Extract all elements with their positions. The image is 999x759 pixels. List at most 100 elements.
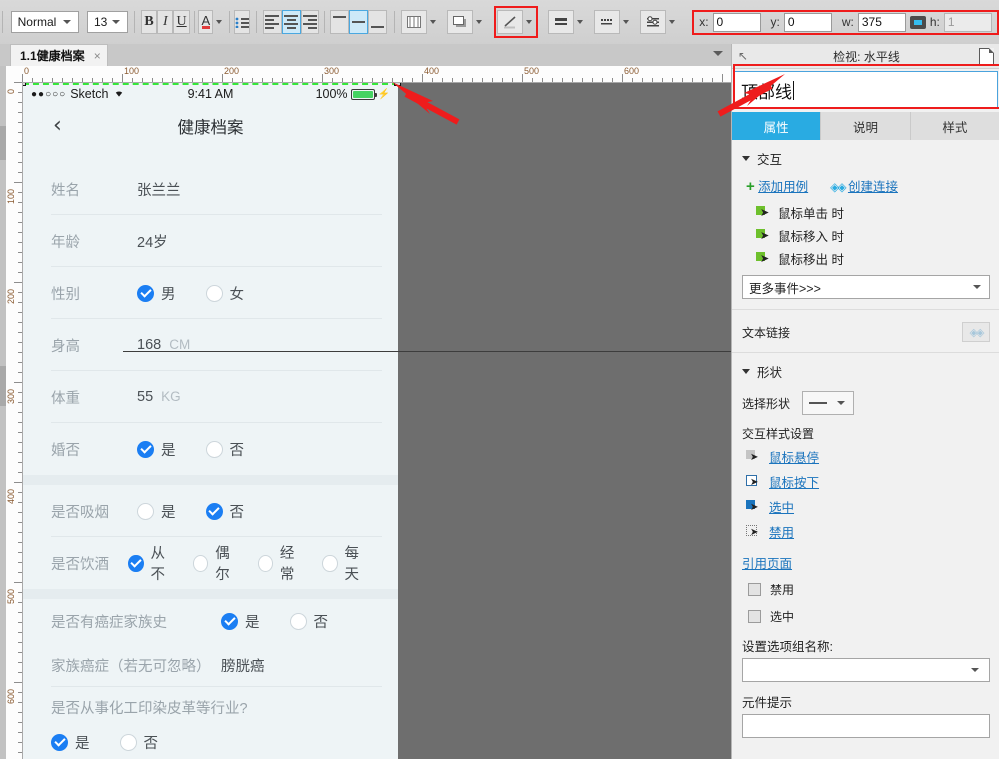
vertical-ruler[interactable]: 0 100 200 300 400 500 600 xyxy=(6,82,23,759)
chevron-down-icon[interactable] xyxy=(713,51,723,56)
radio-option[interactable]: 否 xyxy=(289,611,328,632)
interaction-heading[interactable]: 交互 xyxy=(742,146,990,174)
radio-option[interactable]: 男 xyxy=(137,283,176,304)
create-link-button[interactable]: ◈◈ 创建连接 xyxy=(830,176,898,195)
lock-ratio-icon[interactable] xyxy=(909,15,926,29)
radio-option[interactable]: 从不 xyxy=(128,542,176,584)
h-input[interactable] xyxy=(943,12,992,32)
widget-name-input[interactable]: 顶部线 xyxy=(734,71,998,109)
selection-handle-left[interactable] xyxy=(23,83,26,86)
radio-option[interactable]: 经常 xyxy=(257,542,306,584)
tab-properties[interactable]: 属性 xyxy=(732,112,822,140)
style-name-combo[interactable]: Normal xyxy=(10,11,79,33)
checkbox-disabled-row[interactable]: 禁用 xyxy=(742,576,990,603)
x-input[interactable] xyxy=(712,12,761,32)
fill-color-button[interactable] xyxy=(401,9,439,35)
radio-option[interactable]: 每天 xyxy=(322,542,370,584)
form-row-family-cancer[interactable]: 家族癌症（若无可忽略） 膀胱癌 xyxy=(23,643,398,687)
form-row-smoking[interactable]: 是否吸烟 是 否 xyxy=(23,485,398,537)
line-dash-button[interactable] xyxy=(594,9,632,35)
checkbox-selected-row[interactable]: 选中 xyxy=(742,603,990,630)
style-disabled[interactable]: ➤ 禁用 xyxy=(742,519,990,544)
line-width-button[interactable] xyxy=(548,9,586,35)
form-row-name[interactable]: 姓名 张兰兰 xyxy=(23,163,398,215)
shadow-button[interactable] xyxy=(447,9,485,35)
chevron-down-icon[interactable] xyxy=(623,20,630,24)
radio-option[interactable]: 女 xyxy=(205,283,244,304)
group-name-dropdown[interactable] xyxy=(742,658,990,682)
chevron-down-icon[interactable] xyxy=(577,20,584,24)
text-link-button[interactable]: ◈◈ xyxy=(962,322,990,342)
phone-mockup[interactable]: ●●○○○ Sketch 9:41 AM 100% ⚡ ‹ 健康档案 姓名 张兰… xyxy=(23,83,401,759)
chevron-down-icon[interactable] xyxy=(669,20,676,24)
font-size-combo[interactable]: 13 xyxy=(86,11,129,33)
align-left-button[interactable] xyxy=(262,10,282,34)
style-selected[interactable]: ➤ 选中 xyxy=(742,494,990,519)
selection-handle-right[interactable] xyxy=(394,83,401,86)
align-center-button[interactable] xyxy=(281,10,301,34)
chevron-down-icon xyxy=(742,156,750,161)
close-icon[interactable]: × xyxy=(94,49,101,63)
chevron-down-icon[interactable] xyxy=(430,20,437,24)
bold-button[interactable]: B xyxy=(140,10,158,34)
radio-option[interactable]: 是 xyxy=(137,501,176,522)
radio-option[interactable]: 是 xyxy=(137,439,176,460)
form-row-drinking[interactable]: 是否饮酒 从不 偶尔 经常 每天 xyxy=(23,537,398,589)
shape-heading[interactable]: 形状 xyxy=(742,359,990,387)
line-arrow-button[interactable] xyxy=(640,9,678,35)
radio-option[interactable]: 是 xyxy=(51,732,90,753)
ref-page-link[interactable]: 引用页面 xyxy=(742,557,792,571)
underline-button[interactable]: U xyxy=(173,10,190,34)
tab-notes[interactable]: 说明 xyxy=(821,112,911,140)
more-events-dropdown[interactable]: 更多事件>>> xyxy=(742,275,990,299)
form-row-industry-options[interactable]: 是 否 xyxy=(23,727,398,757)
chevron-down-icon[interactable] xyxy=(216,20,223,24)
y-input[interactable] xyxy=(783,12,832,32)
ruler-corner[interactable] xyxy=(6,66,23,83)
font-color-button[interactable]: A xyxy=(198,10,214,34)
checkbox-disabled[interactable] xyxy=(748,583,761,596)
align-right-button[interactable] xyxy=(300,10,320,34)
form-row-marital[interactable]: 婚否 是 否 xyxy=(23,423,398,475)
line-style-button[interactable] xyxy=(497,9,535,35)
ruler-label: 600 xyxy=(624,66,640,76)
radio-option[interactable]: 否 xyxy=(205,501,244,522)
radio-unchecked-icon xyxy=(322,554,338,572)
select-shape-dropdown[interactable] xyxy=(802,391,855,415)
radio-option[interactable]: 是 xyxy=(221,611,260,632)
valign-middle-button[interactable] xyxy=(348,10,368,34)
chevron-down-icon[interactable] xyxy=(526,20,533,24)
style-mouse-over[interactable]: ➤ 鼠标悬停 xyxy=(742,444,990,469)
form-row-weight[interactable]: 体重 55 KG xyxy=(23,371,398,423)
canvas-viewport[interactable]: ●●○○○ Sketch 9:41 AM 100% ⚡ ‹ 健康档案 姓名 张兰… xyxy=(23,83,731,759)
back-icon[interactable]: ‹ xyxy=(53,115,62,137)
selected-horizontal-line[interactable] xyxy=(23,83,398,85)
radio-option[interactable]: 偶尔 xyxy=(193,542,241,584)
event-on-mouse-leave[interactable]: ➤ 鼠标移出 时 xyxy=(742,247,990,270)
form-row-height[interactable]: 身高 168 CM xyxy=(23,319,398,371)
valign-bottom-button[interactable] xyxy=(367,10,387,34)
page-icon[interactable] xyxy=(979,47,994,65)
radio-option[interactable]: 否 xyxy=(205,439,244,460)
dragged-guide-line[interactable] xyxy=(123,351,731,352)
page-tab-health-record[interactable]: 1.1健康档案 × xyxy=(10,44,108,66)
style-mouse-down[interactable]: ➤ 鼠标按下 xyxy=(742,469,990,494)
event-on-mouse-enter[interactable]: ➤ 鼠标移入 时 xyxy=(742,224,990,247)
chevron-down-icon[interactable] xyxy=(476,20,483,24)
w-input[interactable] xyxy=(857,12,906,32)
bullet-list-button[interactable] xyxy=(233,10,251,34)
form-row-age[interactable]: 年龄 24岁 xyxy=(23,215,398,267)
add-case-button[interactable]: + 添加用例 xyxy=(746,176,808,195)
italic-button[interactable]: I xyxy=(157,10,174,34)
event-on-click[interactable]: ➤ 鼠标单击 时 xyxy=(742,201,990,224)
radio-unchecked-icon xyxy=(137,502,154,520)
tab-style[interactable]: 样式 xyxy=(910,112,999,140)
form-row-cancer-history[interactable]: 是否有癌症家族史 是 否 xyxy=(23,599,398,643)
valign-top-button[interactable] xyxy=(330,10,349,34)
radio-option[interactable]: 否 xyxy=(119,732,158,753)
canvas-area[interactable]: 0 100 200 300 400 500 600 0 100 200 300 … xyxy=(0,66,731,759)
tooltip-input[interactable] xyxy=(742,714,990,738)
form-row-gender[interactable]: 性别 男 女 xyxy=(23,267,398,319)
checkbox-selected[interactable] xyxy=(748,610,761,623)
horizontal-ruler[interactable]: 0 100 200 300 400 500 600 xyxy=(22,66,731,83)
